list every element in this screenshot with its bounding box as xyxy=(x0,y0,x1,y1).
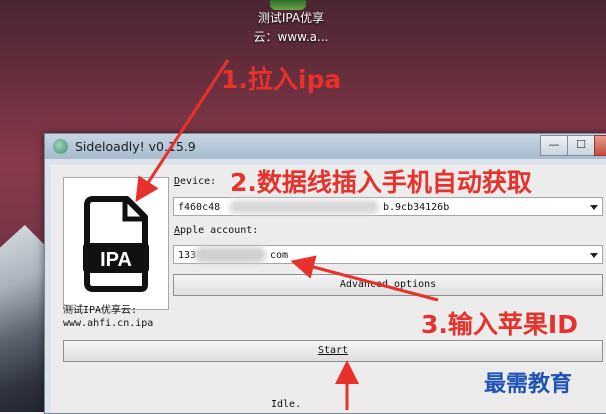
arrow-step3 xyxy=(290,255,439,302)
watermark: 最需教育 xyxy=(484,371,573,397)
annotation-step2: 2.数据线插入手机自动获取 xyxy=(230,168,532,197)
arrow-step1 xyxy=(135,59,230,203)
annotation-step3: 3.输入苹果ID xyxy=(421,310,578,339)
annotation-step1: 1.拉入ipa xyxy=(221,65,342,94)
